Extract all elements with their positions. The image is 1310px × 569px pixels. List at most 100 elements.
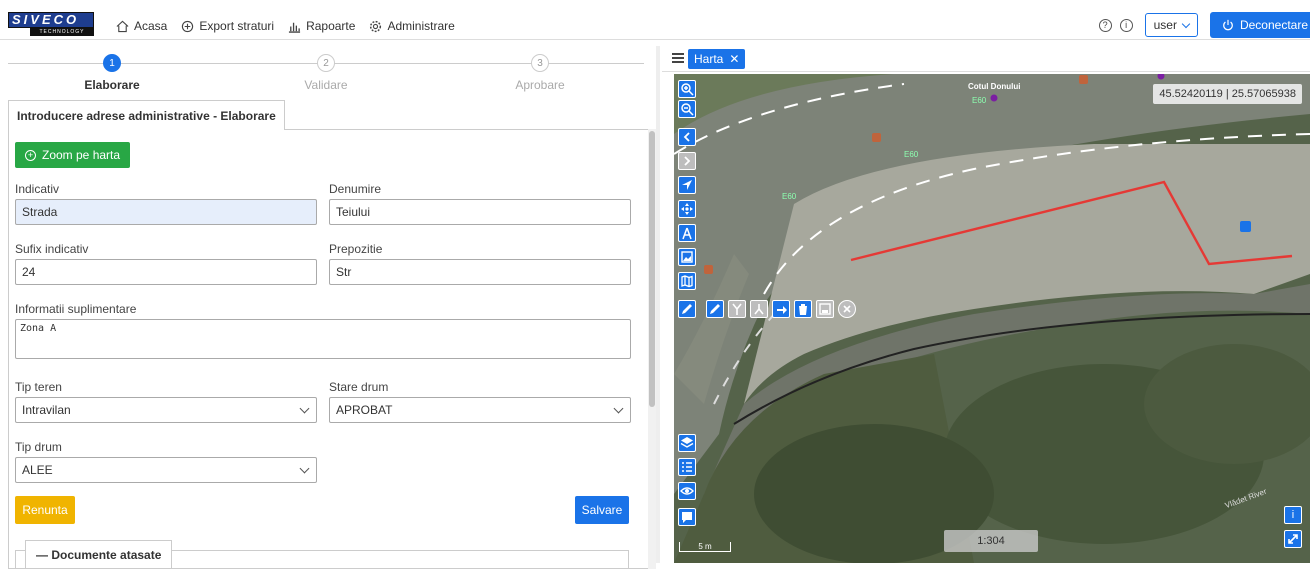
previous-extent-button[interactable] [678, 128, 696, 146]
workflow-stepper: 1 Elaborare 2 Validare 3 Aprobare [8, 54, 644, 98]
nav-link-export-straturi[interactable]: Export straturi [181, 19, 274, 33]
pan-button[interactable] [678, 200, 696, 218]
satellite-imagery [674, 74, 1310, 563]
expand-icon [1288, 534, 1298, 544]
comment-button[interactable] [678, 508, 696, 526]
move-vertex-button[interactable] [772, 300, 790, 318]
indicativ-field[interactable]: Strada [15, 199, 317, 225]
road-number-badge [1079, 75, 1088, 84]
map-view[interactable]: Cotul Donului E60 E60 E60 Vlădet River 4… [674, 74, 1310, 563]
prepozitie-label: Prepozitie [329, 242, 383, 256]
plus-circle-icon: + [25, 149, 36, 161]
logo-subtext: TECHNOLOGY [30, 28, 94, 36]
chevron-down-icon [1181, 19, 1191, 28]
hand-icon [777, 306, 787, 314]
visibility-button[interactable] [678, 482, 696, 500]
siveco-logo[interactable]: SIVECO TECHNOLOGY [8, 12, 94, 36]
indicativ-label: Indicativ [15, 182, 60, 196]
list-icon [682, 462, 692, 472]
address-form: + Zoom pe harta Indicativ Strada Denumir… [8, 129, 650, 569]
nav-link-administrare[interactable]: Administrare [369, 19, 455, 33]
nav-link-label: Export straturi [199, 19, 275, 33]
tip-drum-value: ALEE [22, 463, 53, 477]
help-icon[interactable]: ? [1098, 18, 1112, 32]
scale-ratio-display: 1:304 [944, 530, 1038, 552]
split-button[interactable] [728, 300, 746, 318]
step-elaborare[interactable]: 1 Elaborare [52, 54, 172, 92]
poi-marker[interactable] [990, 94, 998, 102]
logout-button[interactable]: Deconectare [1209, 12, 1310, 38]
basemap-button[interactable] [678, 248, 696, 266]
delete-button[interactable] [794, 300, 812, 318]
measure-button[interactable] [678, 224, 696, 242]
gear-icon [370, 20, 382, 32]
collapse-icon: — [36, 548, 48, 562]
logout-label: Deconectare [1239, 18, 1308, 32]
cancel-edit-button[interactable] [838, 300, 856, 318]
step-aprobare[interactable]: 3 Aprobare [480, 54, 600, 92]
step-number: 3 [531, 54, 549, 72]
zoom-out-button[interactable] [678, 100, 696, 118]
eye-icon [680, 487, 694, 495]
info-icon[interactable]: i [1119, 18, 1133, 32]
step-label: Elaborare [84, 78, 140, 92]
layers-export-icon [182, 20, 194, 32]
nav-link-label: Acasa [134, 19, 168, 33]
move-icon [681, 203, 693, 215]
close-icon[interactable]: ✕ [729, 49, 739, 69]
stare-drum-label: Stare drum [329, 380, 389, 394]
draw-line-button[interactable] [706, 300, 724, 318]
map-view-button[interactable] [678, 272, 696, 290]
top-navbar: SIVECO TECHNOLOGY Acasa Export straturi … [0, 0, 1310, 40]
edit-button[interactable] [678, 300, 696, 318]
chevron-left-icon [683, 132, 690, 142]
step-validare[interactable]: 2 Validare [266, 54, 386, 92]
map-road-label: E60 [904, 150, 919, 159]
zoom-in-button[interactable] [678, 80, 696, 98]
map-tabs-bar: Harta ✕ [662, 46, 1310, 72]
stare-drum-select[interactable]: APROBAT [329, 397, 631, 423]
denumire-label: Denumire [329, 182, 382, 196]
pencil-icon [710, 304, 720, 314]
form-scrollbar[interactable] [648, 129, 656, 569]
next-extent-button[interactable] [678, 152, 696, 170]
locate-button[interactable] [678, 176, 696, 194]
panel-splitter[interactable] [656, 46, 660, 563]
save-geometry-button[interactable] [816, 300, 834, 318]
save-button[interactable]: Salvare [575, 496, 629, 524]
nav-link-label: Rapoarte [306, 19, 356, 33]
denumire-field[interactable]: Teiului [329, 199, 631, 225]
hamburger-menu-icon[interactable] [672, 53, 684, 63]
zoom-to-map-button[interactable]: + Zoom pe harta [15, 142, 131, 168]
user-menu-button[interactable]: user [1144, 13, 1198, 37]
image-icon [681, 251, 693, 263]
chat-bubble-icon [682, 512, 692, 523]
nav-link-acasa[interactable]: Acasa [116, 19, 167, 33]
road-number-badge [704, 265, 713, 274]
info-icon: i [1291, 509, 1295, 521]
prepozitie-field[interactable]: Str [329, 259, 631, 285]
cancel-button[interactable]: Renunta [15, 496, 75, 524]
tip-drum-label: Tip drum [15, 440, 62, 454]
sufix-indicativ-label: Sufix indicativ [15, 242, 89, 256]
layers-button[interactable] [678, 434, 696, 452]
nav-link-rapoarte[interactable]: Rapoarte [288, 19, 355, 33]
merge-button[interactable] [750, 300, 768, 318]
tip-teren-select[interactable]: Intravilan [15, 397, 317, 423]
attached-documents-title: Documente atasate [51, 548, 162, 562]
scrollbar-thumb[interactable] [649, 131, 655, 407]
bus-stop-icon[interactable] [1240, 221, 1251, 232]
map-info-button[interactable]: i [1284, 506, 1302, 524]
informatii-suplimentare-textarea[interactable]: Zona A [15, 319, 631, 359]
tab-harta[interactable]: Harta ✕ [688, 49, 746, 69]
fullscreen-button[interactable] [1284, 530, 1302, 548]
sufix-indicativ-field[interactable]: 24 [15, 259, 317, 285]
step-number: 1 [103, 54, 121, 72]
step-number: 2 [317, 54, 335, 72]
nav-link-label: Administrare [387, 19, 455, 33]
legend-button[interactable] [678, 458, 696, 476]
scale-bar: 5 m [679, 542, 731, 552]
attached-documents-toggle[interactable]: — Documente atasate [25, 540, 173, 568]
tip-drum-select[interactable]: ALEE [15, 457, 317, 483]
zoom-out-icon [681, 103, 694, 116]
